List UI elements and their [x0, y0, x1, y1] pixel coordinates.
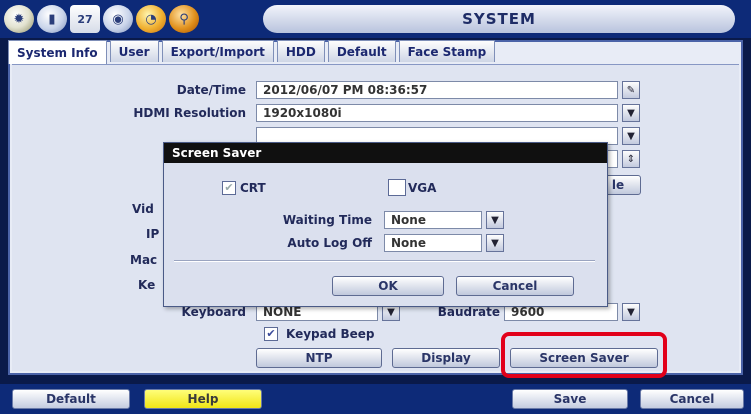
dialog-title: Screen Saver	[164, 143, 607, 163]
gear-icon[interactable]: ✹	[4, 5, 34, 33]
chevron-down-icon[interactable]: ▼	[486, 234, 504, 252]
chevron-down-icon[interactable]: ▼	[622, 303, 640, 321]
key-label-partial: Ke	[138, 278, 156, 292]
tab-user[interactable]: User	[109, 40, 159, 62]
help-button[interactable]: Help	[144, 389, 262, 409]
chevron-down-icon[interactable]: ▼	[486, 211, 504, 229]
ntp-button[interactable]: NTP	[256, 348, 382, 368]
waiting-time-label: Waiting Time	[282, 213, 372, 227]
cancel-button[interactable]: Cancel	[640, 389, 744, 409]
video-label-partial: Vid	[132, 202, 154, 216]
magnifier-icon[interactable]: ⚲	[169, 5, 199, 33]
chevron-down-icon[interactable]: ▼	[622, 127, 640, 145]
save-button[interactable]: Save	[512, 389, 628, 409]
mac-label-partial: Mac	[130, 253, 158, 267]
screen-saver-dialog: Screen Saver ✔ CRT VGA Waiting Time None…	[163, 142, 608, 307]
tab-export-import[interactable]: Export/Import	[161, 40, 274, 62]
keypad-beep-label: Keypad Beep	[286, 327, 375, 341]
datetime-field[interactable]: 2012/06/07 PM 08:36:57	[256, 81, 618, 99]
hdmi-resolution-label: HDMI Resolution	[133, 106, 246, 120]
baudrate-label: Baudrate	[437, 305, 500, 319]
red-highlight-box	[501, 332, 667, 378]
dialog-cancel-button[interactable]: Cancel	[456, 276, 574, 296]
waiting-time-select[interactable]: None	[384, 211, 482, 229]
ip-label-partial: IP	[146, 227, 160, 241]
keyboard-label: Keyboard	[181, 305, 247, 319]
crt-label: CRT	[240, 181, 266, 195]
auto-log-off-select[interactable]: None	[384, 234, 482, 252]
display-button[interactable]: Display	[392, 348, 500, 368]
calendar-icon[interactable]: 27	[70, 5, 100, 33]
window-title: SYSTEM	[462, 10, 536, 28]
tab-default[interactable]: Default	[327, 40, 396, 62]
chevron-down-icon[interactable]: ▼	[622, 104, 640, 122]
tab-bar: System Info User Export/Import HDD Defau…	[8, 40, 498, 64]
hdmi-resolution-select[interactable]: 1920x1080i	[256, 104, 618, 122]
datetime-label: Date/Time	[176, 83, 246, 97]
auto-log-off-label: Auto Log Off	[287, 236, 372, 250]
spin-arrows-icon[interactable]: ⇕	[622, 150, 640, 168]
calendar-day-text: 27	[77, 12, 93, 26]
dialog-divider	[174, 260, 595, 262]
globe-icon[interactable]: ◉	[103, 5, 133, 33]
vga-label: VGA	[408, 181, 437, 195]
pie-chart-icon[interactable]: ◔	[136, 5, 166, 33]
edit-pencil-icon[interactable]: ✎	[622, 81, 640, 99]
keypad-beep-checkbox[interactable]: ✔	[264, 327, 278, 341]
tab-hdd[interactable]: HDD	[276, 40, 325, 62]
camera-icon[interactable]: ▮	[37, 5, 67, 33]
menu-icon-row: ✹ ▮ 27 ◉ ◔ ⚲	[4, 4, 199, 34]
default-button[interactable]: Default	[12, 389, 130, 409]
crt-checkbox[interactable]: ✔	[222, 181, 236, 195]
ok-button[interactable]: OK	[332, 276, 444, 296]
tab-face-stamp[interactable]: Face Stamp	[398, 40, 496, 62]
window-title-box: SYSTEM	[263, 5, 735, 33]
tab-system-info[interactable]: System Info	[8, 40, 107, 64]
vga-checkbox[interactable]	[388, 179, 406, 196]
